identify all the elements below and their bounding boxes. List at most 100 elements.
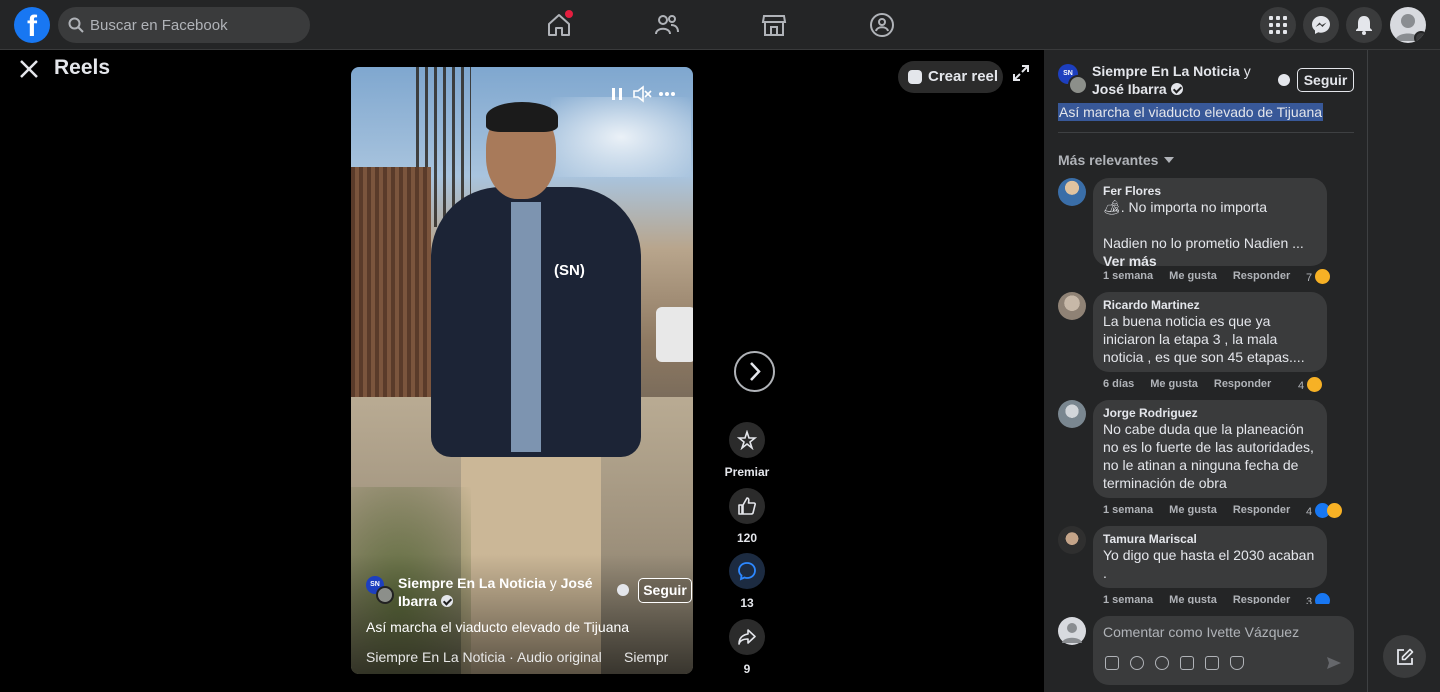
camera-icon[interactable]	[1180, 656, 1194, 670]
haha-reaction-icon	[1315, 269, 1331, 284]
comment-meta: 6 días Me gusta Responder	[1103, 378, 1287, 390]
comment-action[interactable]: 13	[725, 553, 769, 610]
like-action[interactable]: 120	[725, 488, 769, 545]
verified-badge-icon	[1170, 83, 1183, 95]
create-reel-button[interactable]: Crear reel	[898, 61, 1003, 93]
share-count: 9	[743, 662, 751, 676]
comment-like-link[interactable]: Me gusta	[1150, 378, 1198, 390]
comment-bubble: Fer Flores 🏕. No importa no importa Nadi…	[1093, 178, 1327, 269]
comment-time[interactable]: 1 semana	[1103, 594, 1153, 604]
search-icon	[68, 17, 84, 33]
sort-label: Más relevantes	[1058, 152, 1159, 168]
verified-badge-icon	[440, 595, 453, 607]
new-message-button[interactable]	[1383, 635, 1426, 678]
sticker-icon[interactable]	[1130, 656, 1144, 670]
panel-caption: Así marcha el viaducto elevado de Tijuan…	[1058, 103, 1324, 121]
default-user-icon	[1062, 623, 1082, 643]
comment-time[interactable]: 1 semana	[1103, 270, 1153, 282]
notifications-button[interactable]	[1346, 7, 1382, 43]
facebook-logo[interactable]: f	[14, 7, 50, 43]
reaction-count: 4	[1306, 506, 1313, 518]
search-box[interactable]	[58, 7, 310, 43]
commenter-avatar[interactable]	[1058, 292, 1086, 320]
premiar-action[interactable]: Premiar	[725, 422, 769, 479]
expand-icon[interactable]	[1013, 65, 1029, 81]
avatar-sticker-icon[interactable]	[1105, 656, 1119, 670]
chevron-down-icon	[1414, 31, 1426, 43]
search-input[interactable]	[90, 7, 300, 43]
current-user-avatar[interactable]	[1058, 617, 1086, 645]
like-button[interactable]	[729, 488, 765, 524]
audio-track-next: Siempr	[624, 649, 669, 665]
friends-icon[interactable]	[654, 12, 680, 38]
comment-meta: 1 semana Me gusta Responder	[1103, 594, 1306, 604]
comment-meta: 1 semana Me gusta Responder	[1103, 270, 1306, 282]
mute-icon[interactable]	[632, 84, 652, 104]
account-avatar[interactable]	[1390, 7, 1426, 43]
comment-author[interactable]: Jorge Rodriguez	[1103, 406, 1315, 420]
panel-author-secondary-link[interactable]: José Ibarra	[1092, 81, 1167, 97]
panel-author-names: Siempre En La Noticia y José Ibarra	[1092, 62, 1272, 98]
coauthor-avatar[interactable]	[376, 586, 394, 604]
commenter-avatar[interactable]	[1058, 400, 1086, 428]
comment-author[interactable]: Tamura Mariscal	[1103, 532, 1315, 546]
author-primary-link[interactable]: Siempre En La Noticia	[398, 575, 546, 591]
video-audio-ticker[interactable]: Siempre En La Noticia · Audio original Si…	[366, 649, 688, 665]
comment-meta: 1 semana Me gusta Responder	[1103, 504, 1306, 516]
comment-reactions[interactable]: 4	[1306, 503, 1343, 518]
avatar-icon[interactable]	[1230, 656, 1244, 670]
messenger-button[interactable]	[1303, 7, 1339, 43]
panel-author-primary-link[interactable]: Siempre En La Noticia	[1092, 63, 1240, 79]
comment-like-link[interactable]: Me gusta	[1169, 504, 1217, 516]
see-more-link[interactable]: Ver más	[1103, 252, 1315, 270]
comment-time[interactable]: 6 días	[1103, 378, 1134, 390]
comment-reactions[interactable]: 3	[1306, 593, 1331, 604]
video-follow-button[interactable]: Seguir	[638, 578, 692, 603]
marketplace-icon[interactable]	[761, 12, 787, 38]
pause-icon[interactable]	[607, 84, 627, 104]
comment-bubble: Jorge Rodriguez No cabe duda que la plan…	[1093, 400, 1327, 498]
emoji-icon[interactable]	[1155, 656, 1169, 670]
gif-icon[interactable]	[1205, 656, 1219, 670]
star-gift-icon	[737, 430, 757, 450]
comment-author[interactable]: Ricardo Martinez	[1103, 298, 1315, 312]
more-options-icon[interactable]	[657, 84, 677, 104]
comment-reply-link[interactable]: Responder	[1214, 378, 1271, 390]
video-frame-wall	[351, 167, 431, 397]
premiar-button[interactable]	[729, 422, 765, 458]
next-reel-button[interactable]	[734, 351, 775, 392]
share-action[interactable]: 9	[725, 619, 769, 676]
close-icon[interactable]	[18, 58, 40, 80]
comment-author[interactable]: Fer Flores	[1103, 184, 1315, 198]
author-joiner: y	[549, 575, 557, 591]
jacket-logo: (SN)	[554, 262, 585, 279]
reaction-count: 4	[1298, 380, 1305, 392]
comment-composer[interactable]	[1093, 616, 1354, 685]
commenter-avatar[interactable]	[1058, 526, 1086, 554]
reaction-count: 3	[1306, 596, 1313, 604]
panel-coauthor-avatar[interactable]	[1068, 75, 1088, 95]
comment-reply-link[interactable]: Responder	[1233, 594, 1290, 604]
video-frame-cloud	[551, 97, 691, 177]
groups-icon[interactable]	[869, 12, 895, 38]
comment-time[interactable]: 1 semana	[1103, 504, 1153, 516]
comment-reply-link[interactable]: Responder	[1233, 270, 1290, 282]
comment-input[interactable]	[1103, 622, 1343, 642]
panel-follow-button[interactable]: Seguir	[1297, 68, 1354, 92]
comment-reply-link[interactable]: Responder	[1233, 504, 1290, 516]
send-icon[interactable]	[1326, 656, 1342, 670]
menu-button[interactable]	[1260, 7, 1296, 43]
panel-author-joiner: y	[1243, 63, 1251, 79]
comment-reactions[interactable]: 4	[1298, 377, 1323, 392]
comment-like-link[interactable]: Me gusta	[1169, 594, 1217, 604]
commenter-avatar[interactable]	[1058, 178, 1086, 206]
panel-divider	[1058, 132, 1354, 133]
comment-like-link[interactable]: Me gusta	[1169, 270, 1217, 282]
comment-button[interactable]	[729, 553, 765, 589]
share-button[interactable]	[729, 619, 765, 655]
comment-text: 🏕. No importa no importa Nadien no lo pr…	[1103, 199, 1304, 251]
comment-reactions[interactable]: 7	[1306, 269, 1331, 284]
haha-reaction-icon	[1307, 377, 1323, 392]
sort-dropdown[interactable]: Más relevantes	[1058, 152, 1175, 168]
like-count: 120	[736, 531, 758, 545]
